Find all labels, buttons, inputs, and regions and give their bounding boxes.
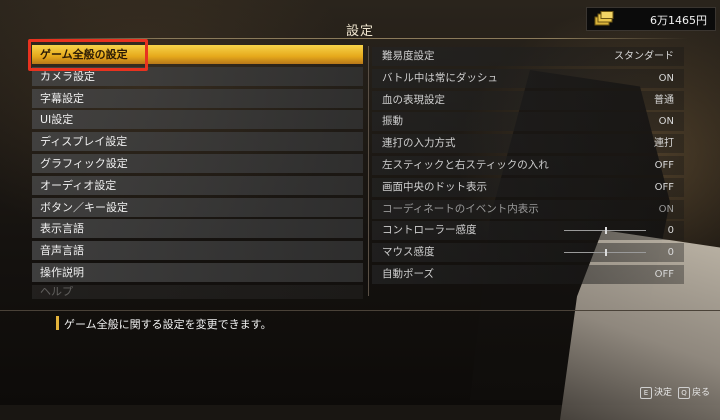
menu-item-ui[interactable]: UI設定 xyxy=(32,110,363,130)
setting-label: 連打の入力方式 xyxy=(382,137,456,150)
setting-row-outfit-event[interactable]: コーディネートのイベント内表示 ON xyxy=(372,199,684,219)
menu-item-button-key[interactable]: ボタン／キー設定 xyxy=(32,197,363,217)
setting-label: バトル中は常にダッシュ xyxy=(382,71,498,84)
setting-row-vibration[interactable]: 振動 ON xyxy=(372,112,684,132)
menu-item-label: 音声言語 xyxy=(40,244,84,258)
setting-label: コントローラー感度 xyxy=(382,224,477,237)
back-hint[interactable]: Q 戻る xyxy=(677,385,710,399)
menu-item-label: グラフィック設定 xyxy=(40,156,128,170)
menu-item-help[interactable]: ヘルプ xyxy=(32,284,363,299)
description-text: ゲーム全般に関する設定を変更できます。 xyxy=(64,318,272,331)
menu-item-display-language[interactable]: 表示言語 xyxy=(32,219,363,239)
back-key-icon: Q xyxy=(677,387,690,399)
menu-item-subtitles[interactable]: 字幕設定 xyxy=(32,88,363,108)
slider-knob[interactable] xyxy=(605,227,607,235)
setting-value: 0 xyxy=(667,247,674,259)
setting-value: スタンダード xyxy=(614,51,674,62)
setting-row-mouse-sensitivity[interactable]: マウス感度 0 xyxy=(372,243,684,263)
back-label: 戻る xyxy=(691,388,710,398)
setting-row-auto-pause[interactable]: 自動ポーズ OFF xyxy=(372,264,684,284)
setting-value: ON xyxy=(658,72,674,84)
menu-item-label: ヘルプ xyxy=(40,284,73,298)
setting-row-always-dash[interactable]: バトル中は常にダッシュ ON xyxy=(372,68,684,88)
setting-label: 自動ポーズ xyxy=(382,267,434,280)
menu-item-label: 字幕設定 xyxy=(40,91,84,105)
setting-value: OFF xyxy=(654,181,674,193)
menu-item-label: UI設定 xyxy=(40,113,74,127)
setting-label: 左スティックと右スティックの入れ xyxy=(382,158,549,171)
setting-row-mash-input[interactable]: 連打の入力方式 連打 xyxy=(372,134,684,154)
sensitivity-slider[interactable] xyxy=(564,249,646,257)
setting-value: 0 xyxy=(667,225,674,237)
setting-label: 難易度設定 xyxy=(382,50,435,62)
slider-knob[interactable] xyxy=(605,249,607,257)
menu-item-graphics[interactable]: グラフィック設定 xyxy=(32,153,363,173)
setting-value: ON xyxy=(658,116,674,128)
menu-item-display[interactable]: ディスプレイ設定 xyxy=(32,132,363,152)
settings-list: 難易度設定 スタンダード バトル中は常にダッシュ ON 血の表現設定 普通 振動… xyxy=(372,47,684,287)
setting-row-center-dot[interactable]: 画面中央のドット表示 OFF xyxy=(372,177,684,197)
description-accent xyxy=(56,316,59,330)
money-bundle-icon xyxy=(594,11,614,26)
setting-row-difficulty[interactable]: 難易度設定 スタンダード xyxy=(372,47,684,66)
selection-highlight-box xyxy=(28,39,148,71)
menu-item-voice-language[interactable]: 音声言語 xyxy=(32,241,363,261)
setting-row-controller-sensitivity[interactable]: コントローラー感度 0 xyxy=(372,221,684,241)
settings-category-menu: ゲーム全般の設定 カメラ設定 字幕設定 UI設定 ディスプレイ設定 グラフィック… xyxy=(32,45,363,302)
button-hints: E 決定 Q 戻る xyxy=(639,385,710,399)
setting-label: 画面中央のドット表示 xyxy=(382,180,487,193)
confirm-hint[interactable]: E 決定 xyxy=(639,385,672,399)
menu-item-label: ボタン／キー設定 xyxy=(40,200,128,214)
menu-item-controls[interactable]: 操作説明 xyxy=(32,262,363,282)
setting-label: 血の表現設定 xyxy=(382,93,445,106)
menu-item-label: オーディオ設定 xyxy=(40,178,117,192)
money-amount: 6万1465円 xyxy=(650,14,707,27)
menu-item-label: 操作説明 xyxy=(40,265,84,279)
sensitivity-slider[interactable] xyxy=(564,227,646,235)
menu-item-label: ディスプレイ設定 xyxy=(40,135,128,149)
setting-row-swap-sticks[interactable]: 左スティックと右スティックの入れ OFF xyxy=(372,155,684,175)
setting-label: マウス感度 xyxy=(382,246,435,259)
setting-value: ON xyxy=(658,203,674,215)
menu-item-label: 表示言語 xyxy=(40,222,84,236)
setting-value: 普通 xyxy=(654,94,674,106)
menu-item-audio[interactable]: オーディオ設定 xyxy=(32,175,363,195)
confirm-label: 決定 xyxy=(653,388,672,398)
setting-label: 振動 xyxy=(382,115,403,128)
setting-value: OFF xyxy=(654,159,674,171)
money-display: 6万1465円 xyxy=(586,7,716,31)
setting-row-blood[interactable]: 血の表現設定 普通 xyxy=(372,90,684,110)
menu-item-label: カメラ設定 xyxy=(40,69,95,83)
setting-label: コーディネートのイベント内表示 xyxy=(382,202,539,215)
setting-value: OFF xyxy=(654,268,674,280)
confirm-key-icon: E xyxy=(639,387,652,399)
description-divider xyxy=(0,310,720,311)
panel-divider xyxy=(368,46,369,296)
setting-value: 連打 xyxy=(654,138,674,150)
